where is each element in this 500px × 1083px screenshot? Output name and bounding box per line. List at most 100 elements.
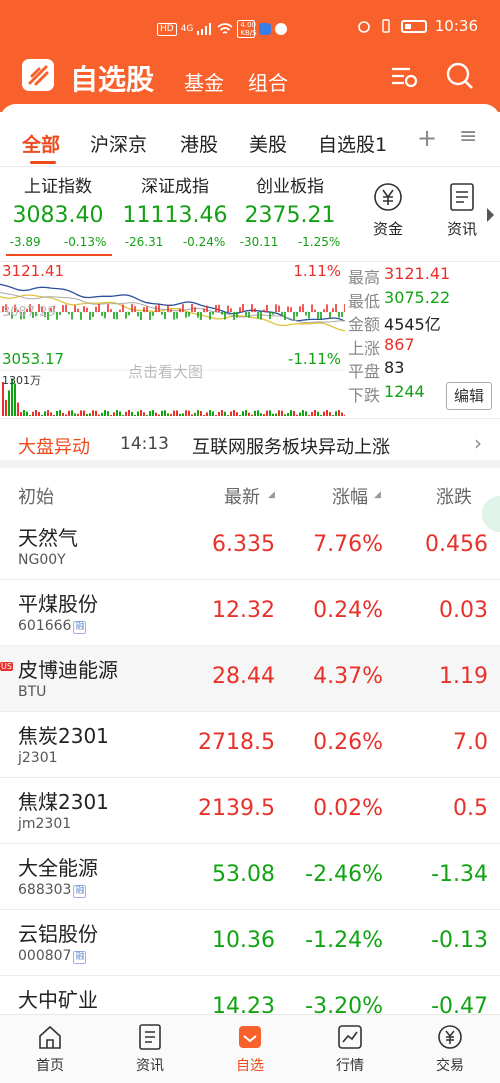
volume-bar — [248, 412, 250, 416]
breadth-bar — [341, 312, 343, 317]
stock-row[interactable]: 云铝股份 000807 融 10.36 -1.24% -0.13 — [0, 910, 500, 976]
col-chg[interactable]: 涨跌 — [436, 483, 472, 509]
stock-pct: 4.37% — [313, 664, 383, 689]
intraday-chart-svg — [0, 283, 346, 416]
stock-row[interactable]: 大全能源 688303 融 53.08 -2.46% -1.34 — [0, 844, 500, 910]
volume-bar — [167, 413, 169, 416]
edit-button[interactable]: 编辑 — [446, 382, 492, 410]
portfolio-link[interactable]: 组合 — [248, 67, 288, 96]
tab-us[interactable]: 美股 — [249, 130, 287, 157]
breadth-bar — [110, 309, 112, 312]
stock-code: j2301 — [18, 750, 58, 766]
stock-code: BTU — [18, 684, 47, 700]
clock: 10:36 — [434, 17, 478, 35]
market-alert-bar[interactable]: 大盘异动 14:13 互联网服务板块异动上涨 › — [0, 418, 500, 468]
volume-bar — [80, 410, 82, 416]
volume-bar — [38, 411, 40, 416]
nav-home[interactable]: 首页 — [10, 1023, 90, 1075]
volume-bar — [140, 410, 142, 416]
breadth-bar — [263, 309, 265, 312]
col-latest[interactable]: 最新 — [224, 483, 260, 509]
volume-bar — [23, 410, 25, 416]
sort-icon[interactable]: ◢ — [374, 490, 381, 500]
index-shenzhen[interactable]: 深证成指 11113.46 -26.31 -0.24% — [115, 172, 235, 249]
stat-value: 3075.22 — [384, 287, 451, 307]
chart-low-pct: -1.11% — [287, 350, 341, 368]
tab-hk[interactable]: 港股 — [180, 130, 218, 157]
nav-news[interactable]: 资讯 — [110, 1023, 190, 1075]
tab-all[interactable]: 全部 — [22, 130, 60, 157]
stock-row[interactable]: 平煤股份 601666 融 12.32 0.24% 0.03 — [0, 580, 500, 646]
index-shanghai[interactable]: 上证指数 3083.40 -3.89 -0.13% — [0, 172, 118, 249]
nav-market[interactable]: 行情 — [310, 1023, 390, 1075]
stock-name: 云铝股份 — [18, 922, 98, 946]
volume-bar — [341, 412, 343, 416]
volume-bar — [143, 412, 145, 416]
breadth-bar — [170, 309, 172, 312]
breadth-bar — [158, 304, 160, 312]
manage-settings-icon[interactable] — [388, 60, 420, 92]
volume-bar — [14, 383, 16, 416]
stock-row[interactable]: 焦煤2301 jm2301 2139.5 0.02% 0.5 — [0, 778, 500, 844]
volume-bar — [254, 410, 256, 416]
chevron-right-icon: › — [474, 431, 482, 455]
breadth-bar — [317, 312, 319, 320]
volume-bar — [242, 411, 244, 416]
stock-name: 大全能源 — [18, 856, 98, 880]
fund-link[interactable]: 基金 — [184, 67, 224, 96]
index-pct: -1.25% — [297, 235, 341, 249]
menu-icon[interactable]: ≡ — [459, 124, 477, 149]
index-value: 11113.46 — [122, 203, 228, 228]
battery-icon — [400, 19, 427, 33]
signal-icon — [197, 23, 212, 35]
tab-custom1[interactable]: 自选股1 — [318, 130, 387, 157]
col-pct[interactable]: 涨幅 — [332, 483, 368, 509]
col-initial[interactable]: 初始 — [18, 483, 54, 509]
volume-bar — [263, 414, 265, 416]
nav-label: 资讯 — [136, 1058, 164, 1074]
tab-a-shares[interactable]: 沪深京 — [90, 130, 147, 157]
volume-bar — [125, 411, 127, 416]
search-icon[interactable] — [444, 60, 476, 92]
volume-bar — [44, 411, 46, 416]
breadth-bar — [227, 305, 229, 312]
stock-chg: 7.0 — [453, 730, 488, 755]
volume-bar — [236, 412, 238, 416]
breadth-bar — [119, 309, 121, 312]
breadth-bar — [209, 312, 211, 320]
nav-watchlist[interactable]: 自选 — [210, 1023, 290, 1075]
funds-button[interactable]: 资金 — [358, 182, 418, 239]
breadth-bar — [191, 304, 193, 312]
volume-bar — [233, 410, 235, 416]
breadth-bar — [269, 312, 271, 320]
news-button[interactable]: 资讯 — [432, 182, 492, 239]
index-intraday-chart[interactable]: 3121.41 1.11% 3087.29 3053.17 -1.11% 130… — [0, 262, 346, 417]
volume-bar — [68, 410, 70, 416]
breadth-bar — [200, 312, 202, 320]
stat-value: 3121.41 — [384, 264, 451, 283]
volume-bar — [197, 410, 199, 416]
nav-trade[interactable]: 交易 — [410, 1023, 490, 1075]
breadth-bar — [281, 312, 283, 316]
stock-row[interactable]: US 皮博迪能源 BTU 28.44 4.37% 1.19 — [0, 646, 500, 712]
breadth-bar — [233, 312, 235, 320]
index-value: 3083.40 — [12, 203, 104, 228]
index-chg: -26.31 — [124, 235, 164, 249]
stock-row[interactable]: 天然气 NG00Y 6.335 7.76% 0.456 — [0, 514, 500, 580]
breadth-bar — [221, 312, 223, 315]
volume-bar — [107, 411, 109, 416]
stock-price: 10.36 — [212, 928, 275, 953]
sort-icon[interactable]: ◢ — [268, 490, 275, 500]
stat-key: 最高 — [348, 268, 381, 287]
chart-low-label: 3053.17 — [2, 350, 65, 368]
breadth-bar — [215, 304, 217, 312]
index-chinext[interactable]: 创业板指 2375.21 -30.11 -1.25% — [230, 172, 350, 249]
nav-label: 行情 — [336, 1058, 364, 1074]
chevron-right-icon[interactable] — [487, 208, 494, 222]
index-pct: -0.13% — [63, 235, 107, 249]
add-tab-icon[interactable]: + — [417, 124, 437, 152]
stock-row[interactable]: 焦炭2301 j2301 2718.5 0.26% 7.0 — [0, 712, 500, 778]
volume-bar — [215, 415, 217, 416]
volume-bar — [89, 413, 91, 416]
stock-name: 皮博迪能源 — [18, 658, 118, 682]
